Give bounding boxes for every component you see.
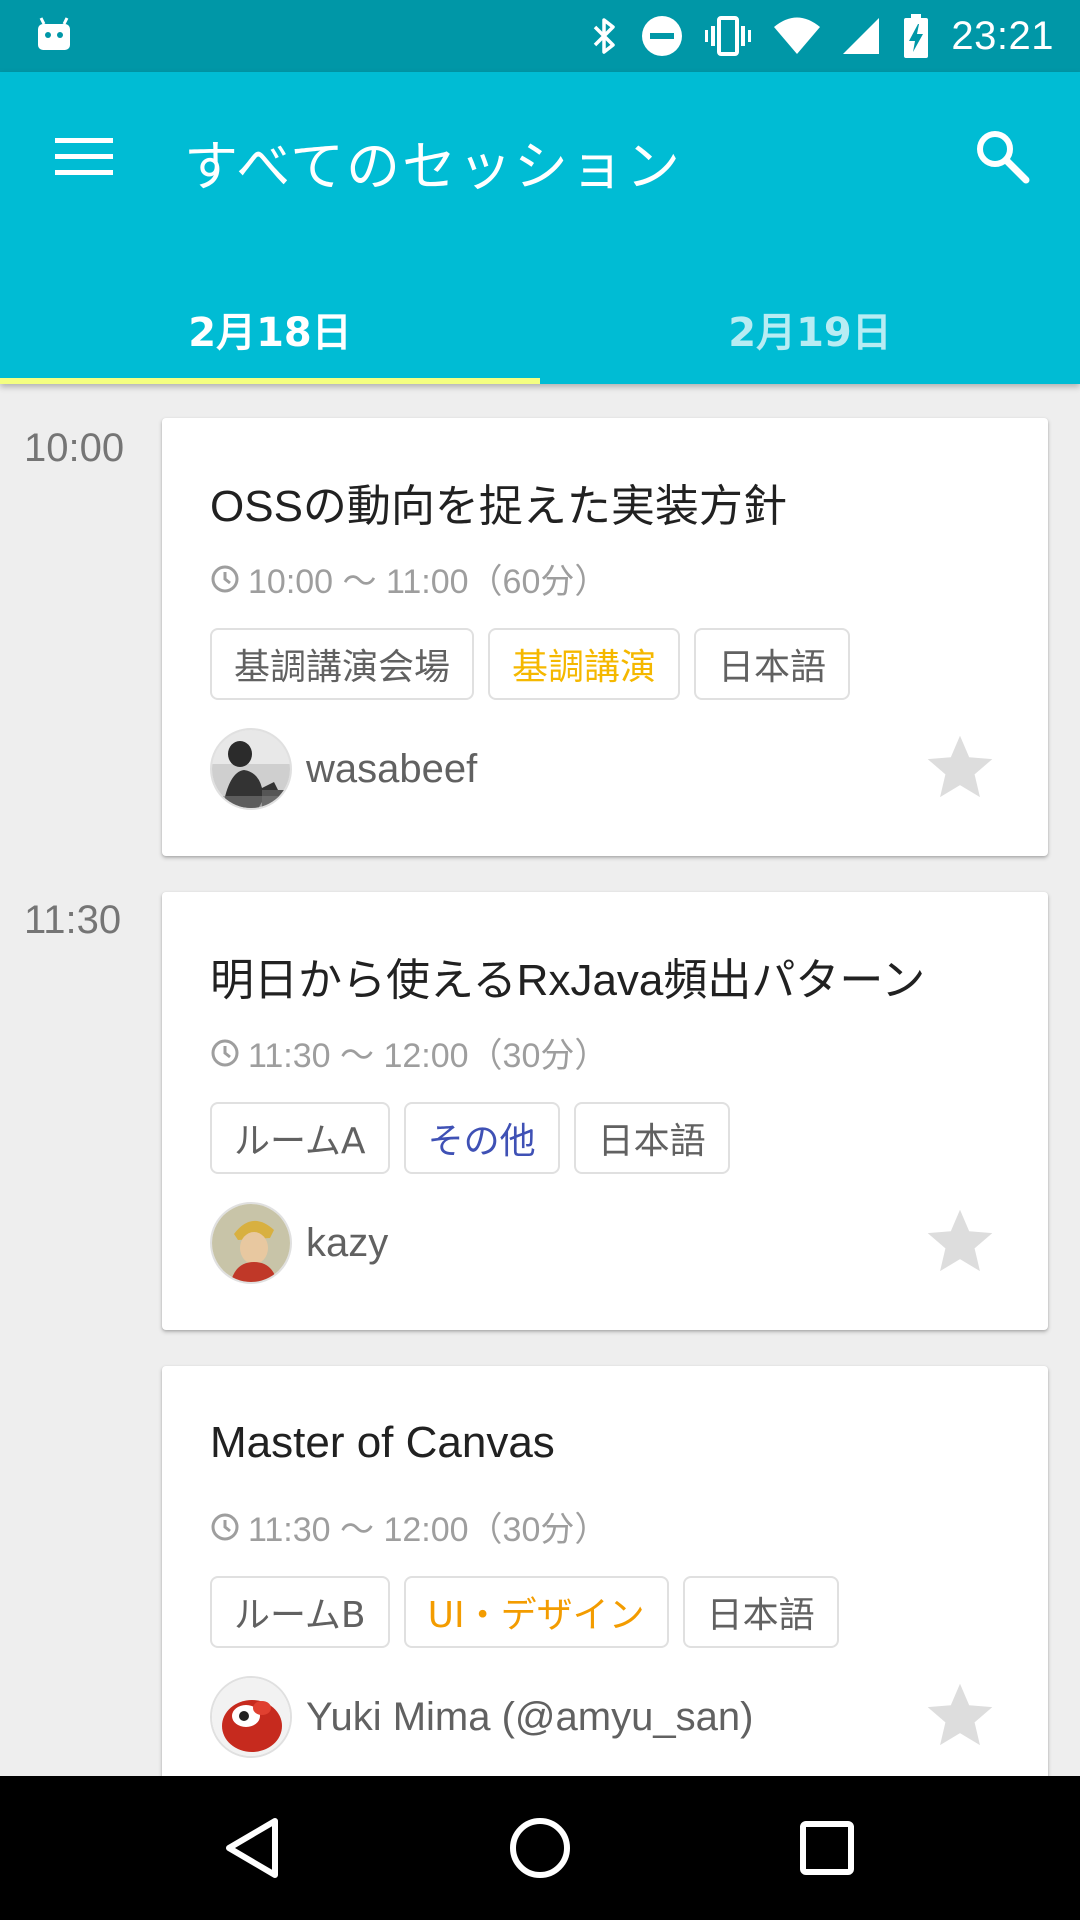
session-title: OSSの動向を捉えた実装方針: [210, 482, 787, 531]
back-button[interactable]: [203, 1798, 303, 1898]
session-time-range: 10:00 〜 11:00（60分）: [248, 563, 609, 601]
clock-icon: [211, 565, 239, 592]
speaker[interactable]: wasabeef: [210, 728, 477, 810]
date-tabs: 2月18日 2月19日: [0, 280, 1080, 384]
avatar: [210, 1676, 292, 1758]
session-card[interactable]: 明日から使えるRxJava頻出パターン 11:30 〜 12:00（30分） ル…: [162, 892, 1048, 1330]
status-bar: 23:21: [0, 0, 1080, 72]
session-list[interactable]: 10:00 OSSの動向を捉えた実装方針 10:00 〜 11:00（60分） …: [0, 384, 1080, 1776]
clock-icon: [211, 1513, 239, 1540]
battery-charging-icon: [904, 14, 929, 58]
language-tag[interactable]: 日本語: [694, 628, 851, 700]
session-tags: ルームB UI・デザイン 日本語: [210, 1576, 839, 1648]
bluetooth-icon: [594, 18, 616, 54]
tab-day-1[interactable]: 2月18日: [0, 280, 540, 384]
language-tag[interactable]: 日本語: [682, 1576, 839, 1648]
session-time: 11:30 〜 12:00（30分）: [210, 1502, 608, 1551]
status-clock: 23:21: [951, 13, 1054, 58]
session-card[interactable]: Master of Canvas 11:30 〜 12:00（30分） ルームB…: [162, 1366, 1048, 1776]
time-slot-label: 10:00: [24, 426, 125, 470]
menu-icon: [55, 138, 113, 175]
back-icon: [226, 1818, 279, 1878]
navigation-bar: [0, 1776, 1080, 1920]
session-title: 明日から使えるRxJava頻出パターン: [210, 956, 926, 1005]
home-icon: [509, 1818, 570, 1878]
session-tags: ルームA その他 日本語: [210, 1102, 730, 1174]
category-tag[interactable]: UI・デザイン: [403, 1576, 669, 1648]
speaker[interactable]: kazy: [210, 1202, 388, 1284]
session-title: Master of Canvas: [210, 1418, 555, 1467]
search-button[interactable]: [958, 112, 1046, 200]
speaker-name: wasabeef: [306, 746, 478, 791]
menu-button[interactable]: [40, 112, 128, 200]
star-icon: [927, 1683, 993, 1746]
home-button[interactable]: [490, 1798, 590, 1898]
session-tags: 基調講演会場 基調講演 日本語: [210, 628, 851, 700]
favorite-button[interactable]: [922, 730, 998, 806]
speaker-name: Yuki Mima (@amyu_san): [306, 1694, 754, 1739]
wifi-icon: [774, 17, 821, 54]
favorite-button[interactable]: [922, 1678, 998, 1754]
search-icon: [977, 131, 1030, 184]
language-tag[interactable]: 日本語: [573, 1102, 730, 1174]
star-icon: [927, 735, 993, 798]
room-tag[interactable]: ルームA: [210, 1102, 390, 1174]
vibrate-icon: [705, 16, 752, 56]
app-bar: すべてのセッション 2月18日 2月19日: [0, 72, 1080, 384]
favorite-button[interactable]: [922, 1204, 998, 1280]
category-tag[interactable]: 基調講演: [488, 628, 681, 700]
room-tag[interactable]: 基調講演会場: [210, 628, 475, 700]
star-icon: [927, 1209, 993, 1272]
time-slot-label: 11:30: [24, 898, 122, 942]
speaker-name: kazy: [306, 1220, 389, 1265]
room-tag[interactable]: ルームB: [210, 1576, 390, 1648]
android-debug-icon: [38, 17, 70, 50]
clock-icon: [211, 1039, 239, 1066]
tab-day-2[interactable]: 2月19日: [540, 280, 1080, 384]
avatar: [210, 728, 292, 810]
do-not-disturb-icon: [642, 16, 683, 56]
session-time-range: 11:30 〜 12:00（30分）: [248, 1511, 609, 1549]
speaker[interactable]: Yuki Mima (@amyu_san): [210, 1676, 753, 1758]
recents-icon: [799, 1821, 854, 1875]
signal-icon: [843, 18, 880, 54]
session-card[interactable]: OSSの動向を捉えた実装方針 10:00 〜 11:00（60分） 基調講演会場…: [162, 418, 1048, 856]
avatar: [210, 1202, 292, 1284]
session-time-range: 11:30 〜 12:00（30分）: [248, 1037, 609, 1075]
page-title: すべてのセッション: [184, 135, 683, 198]
recents-button[interactable]: [777, 1798, 877, 1898]
session-time: 10:00 〜 11:00（60分）: [210, 554, 608, 603]
session-time: 11:30 〜 12:00（30分）: [210, 1028, 608, 1077]
category-tag[interactable]: その他: [403, 1102, 560, 1174]
